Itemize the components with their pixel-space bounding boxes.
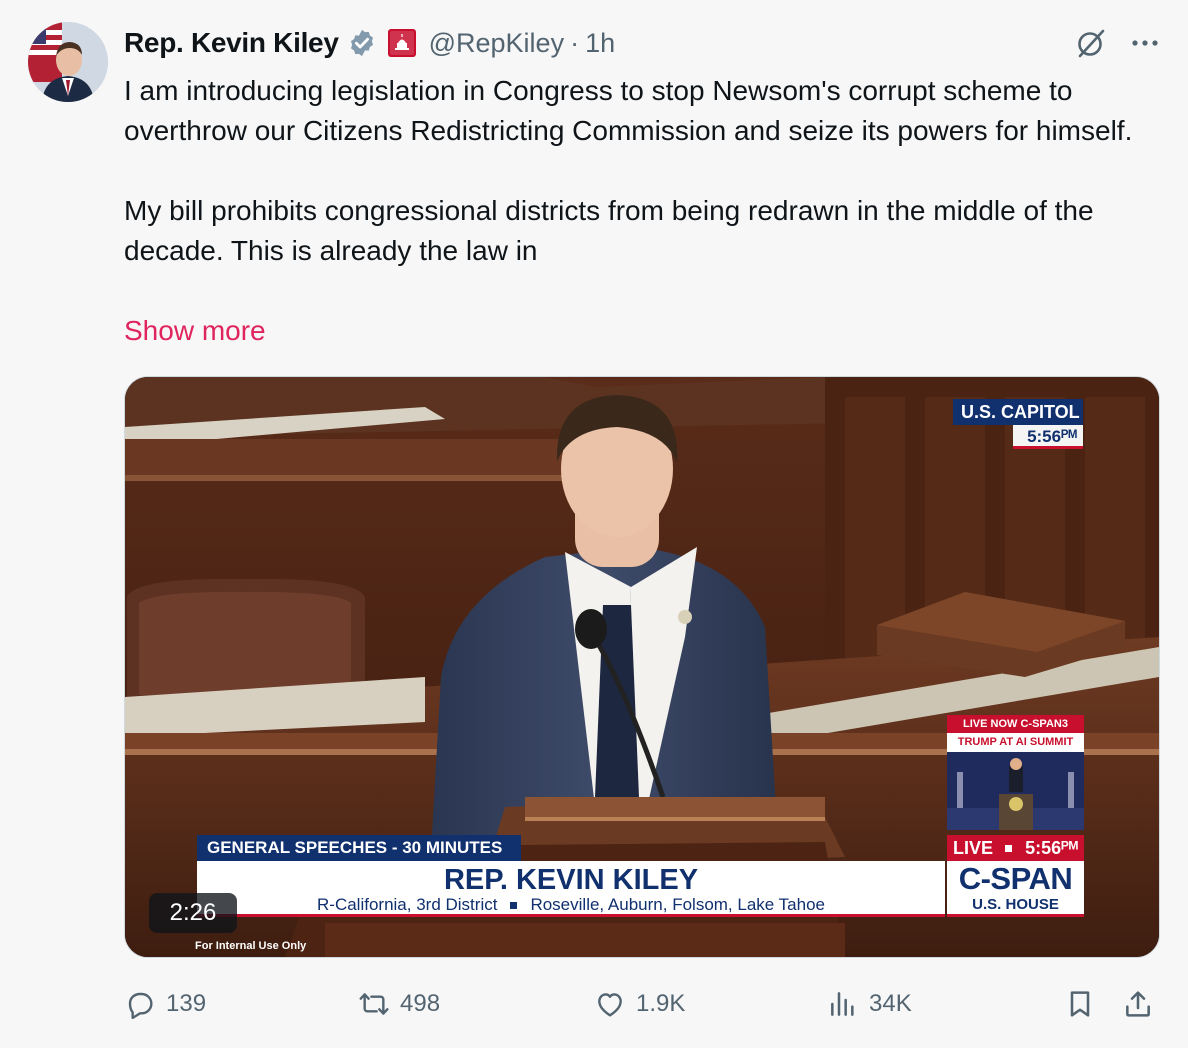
live-bar: LIVE 5:56ᴾᴹ xyxy=(947,835,1084,861)
repost-button[interactable]: 498 xyxy=(358,982,440,1026)
header-separator: · xyxy=(570,27,580,58)
tweet-text: I am introducing legislation in Congress… xyxy=(124,71,1164,271)
views-icon xyxy=(831,992,854,1016)
live-label: LIVE xyxy=(953,838,994,858)
tweet-paragraph: I am introducing legislation in Congress… xyxy=(124,75,1133,146)
reply-button[interactable]: 139 xyxy=(124,982,206,1026)
speaker-region: Roseville, Auburn, Folsom, Lake Tahoe xyxy=(530,895,825,914)
pip-thumbnail xyxy=(947,752,1084,830)
speaker-party-district: R-California, 3rd District xyxy=(317,895,498,914)
segment-label: GENERAL SPEECHES - 30 MINUTES xyxy=(197,835,521,861)
pip-thumbnail-image xyxy=(947,752,1084,830)
speaker-lower-third: REP. KEVIN KILEY R-California, 3rd Distr… xyxy=(197,861,945,917)
pip-live-label: LIVE NOW C-SPAN3 xyxy=(947,715,1084,733)
tweet-paragraph: My bill prohibits congressional district… xyxy=(124,195,1094,266)
clock-label: 5:56ᴾᴹ xyxy=(1013,425,1083,449)
like-count: 1.9K xyxy=(636,990,686,1017)
reply-count: 139 xyxy=(166,990,207,1017)
author-handle[interactable]: @RepKiley xyxy=(429,28,564,59)
repost-count: 498 xyxy=(400,990,441,1017)
tweet-header: Rep. Kevin Kiley @RepKiley · 1h xyxy=(124,22,615,64)
like-button[interactable]: 1.9K xyxy=(594,982,685,1026)
verified-badge-icon[interactable] xyxy=(347,28,377,58)
pip-title: TRUMP AT AI SUMMIT xyxy=(947,733,1084,752)
bookmark-icon xyxy=(1070,991,1090,1017)
avatar-image xyxy=(28,22,108,102)
network-logo-box: C-SPAN U.S. HOUSE xyxy=(947,861,1084,917)
video-duration[interactable]: 2:26 xyxy=(149,893,237,933)
video-player[interactable]: U.S. CAPITOL 5:56ᴾᴹ LIVE NOW C-SPAN3 TRU… xyxy=(124,376,1160,958)
picture-in-picture: LIVE NOW C-SPAN3 TRUMP AT AI SUMMIT xyxy=(947,715,1084,830)
more-icon[interactable] xyxy=(1128,26,1162,60)
live-time: 5:56ᴾᴹ xyxy=(1025,838,1078,858)
details-separator xyxy=(510,901,518,909)
tweet-top-actions xyxy=(1074,26,1162,60)
network-logo: C-SPAN xyxy=(958,861,1073,896)
live-separator xyxy=(1005,844,1013,852)
network-sub: U.S. HOUSE xyxy=(972,896,1059,913)
views-button[interactable]: 34K xyxy=(827,982,912,1026)
repost-icon xyxy=(359,993,389,1015)
bookmark-button[interactable] xyxy=(1064,982,1096,1026)
tweet-actions: 139 498 1.9K 34K xyxy=(124,982,1164,1026)
speaker-name: REP. KEVIN KILEY xyxy=(443,864,699,896)
location-label: U.S. CAPITOL xyxy=(953,399,1083,425)
share-button[interactable] xyxy=(1122,982,1154,1026)
video-watermark: For Internal Use Only xyxy=(195,940,307,952)
heart-icon xyxy=(598,993,622,1017)
author-display-name[interactable]: Rep. Kevin Kiley xyxy=(124,27,339,59)
post-time[interactable]: 1h xyxy=(585,28,615,59)
reply-icon xyxy=(128,992,153,1020)
share-icon xyxy=(1126,991,1150,1017)
show-more-link[interactable]: Show more xyxy=(124,311,266,351)
grok-icon[interactable] xyxy=(1074,26,1108,60)
us-capitol-badge-icon[interactable] xyxy=(387,28,417,58)
views-count: 34K xyxy=(869,990,912,1017)
author-avatar[interactable] xyxy=(28,22,108,102)
speaker-details: R-California, 3rd District Roseville, Au… xyxy=(197,895,945,915)
